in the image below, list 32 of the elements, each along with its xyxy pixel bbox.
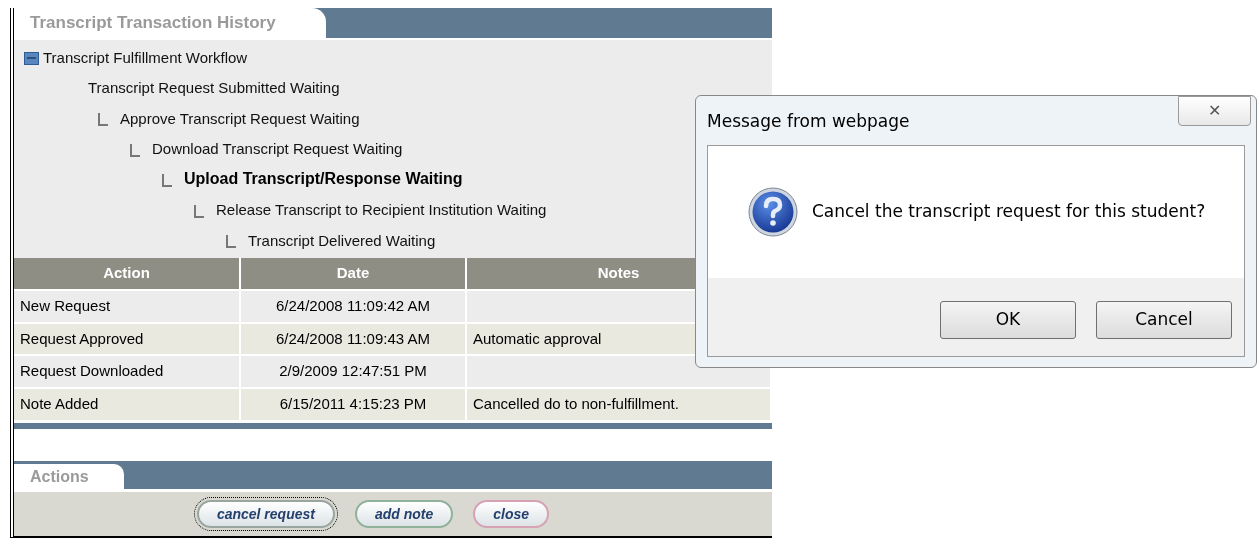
table-cell: New Request	[20, 297, 111, 314]
close-button[interactable]: ✕	[1178, 96, 1251, 126]
dialog-title: Message from webpage	[707, 110, 910, 133]
tree-connector-icon	[98, 113, 108, 126]
question-icon	[748, 187, 798, 237]
action-button[interactable]: add note	[354, 500, 454, 528]
workflow-step: Release Transcript to Recipient Institution Waiting	[216, 199, 547, 222]
workflow-step: Upload Transcript/Response Waiting	[184, 167, 463, 191]
workflow-step: Transcript Request Submitted Waiting	[88, 77, 340, 100]
action-button[interactable]: cancel request	[196, 500, 335, 528]
action-button[interactable]: close	[473, 500, 550, 528]
collapse-icon[interactable]	[24, 51, 39, 65]
tree-connector-icon	[162, 174, 172, 187]
workflow-step: Download Transcript Request Waiting	[152, 138, 403, 161]
tree-connector-icon	[226, 235, 236, 248]
tree-connector-icon	[194, 204, 204, 218]
workflow-step: Transcript Delivered Waiting	[248, 229, 436, 252]
table-cell: Automatic approval	[473, 329, 602, 347]
workflow-title: Transcript Fulfillment Workflow	[43, 47, 248, 68]
dialog-button[interactable]: OK	[940, 301, 1076, 339]
table-cell: 6/15/2011 4:15:23 PM	[279, 395, 427, 412]
table-cell: 6/24/2008 11:09:43 AM	[276, 329, 430, 347]
workflow-step: Approve Transcript Request Waiting	[120, 107, 360, 130]
table-cell: 6/24/2008 11:09:42 AM	[276, 297, 430, 314]
tree-connector-icon	[130, 143, 140, 157]
dialog-message: Cancel the transcript request for this student?	[812, 200, 1206, 224]
table-cell: Note Added	[20, 395, 99, 412]
table-cell: Request Approved	[20, 329, 144, 347]
dialog-button[interactable]: Cancel	[1096, 301, 1232, 339]
table-cell: 2/9/2009 12:47:51 PM	[279, 362, 427, 379]
table-cell: Cancelled do to non-fulfillment.	[473, 395, 679, 412]
table-cell: Request Downloaded	[20, 362, 164, 379]
